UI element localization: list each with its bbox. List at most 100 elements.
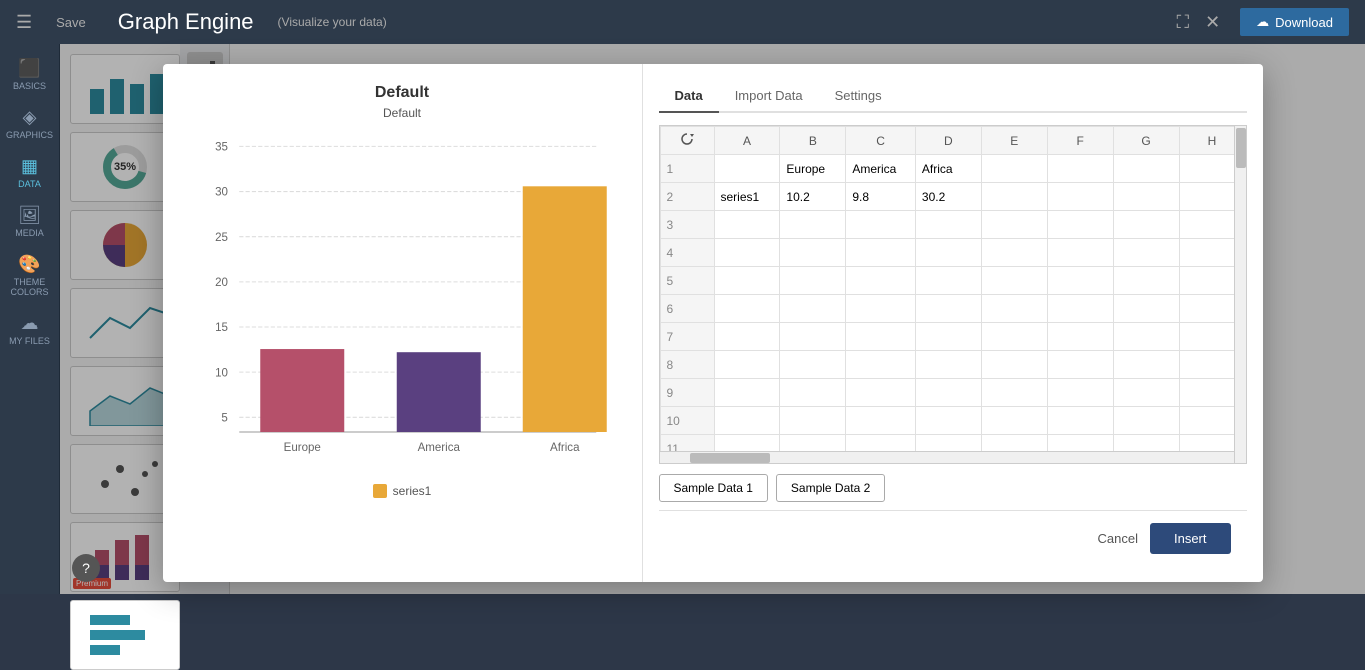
scrollbar-vertical[interactable] <box>1234 126 1246 463</box>
col-header-a: A <box>714 127 780 155</box>
main-layout: ⬛ BASICS ◈ GRAPHICS ▦ DATA 🖼 MEDIA 🎨 THE… <box>0 44 1365 594</box>
col-header-b: B <box>780 127 846 155</box>
cell-3a[interactable] <box>714 211 780 239</box>
download-icon: ☁ <box>1256 14 1269 30</box>
svg-text:35: 35 <box>215 142 228 154</box>
legend-label-series1: series1 <box>393 484 432 498</box>
download-label: Download <box>1275 15 1333 30</box>
tab-bar: Data Import Data Settings <box>659 80 1247 113</box>
thumb-hbar-chart[interactable] <box>70 600 180 670</box>
sidebar-item-data[interactable]: ▦ DATA <box>0 150 59 195</box>
cell-1d[interactable]: Africa <box>915 155 981 183</box>
bar-europe[interactable] <box>260 349 344 432</box>
modal-overlay: Default Default 35 30 25 20 15 10 5 <box>60 44 1365 594</box>
sidebar-item-basics[interactable]: ⬛ BASICS <box>0 52 59 97</box>
cell-1e[interactable] <box>981 155 1047 183</box>
fullscreen-icon[interactable]: ⛶ <box>1172 8 1193 37</box>
sidebar-label-theme: THEME COLORS <box>4 277 55 297</box>
scrollbar-thumb-h[interactable] <box>690 453 770 463</box>
bar-africa[interactable] <box>523 186 607 432</box>
cell-2b[interactable]: 10.2 <box>780 183 846 211</box>
sidebar-label-media: MEDIA <box>15 228 44 238</box>
topbar: ☰ Save Graph Engine (Visualize your data… <box>0 0 1365 44</box>
tab-import-data[interactable]: Import Data <box>719 80 819 113</box>
table-row: 1 Europe America Africa <box>660 155 1245 183</box>
bar-america[interactable] <box>397 352 481 432</box>
cell-1c[interactable]: America <box>846 155 916 183</box>
col-header-f: F <box>1047 127 1113 155</box>
basics-icon: ⬛ <box>18 58 40 79</box>
col-header-c: C <box>846 127 916 155</box>
help-button[interactable]: ? <box>72 554 100 582</box>
svg-text:5: 5 <box>221 413 227 425</box>
scrollbar-thumb-v[interactable] <box>1236 128 1246 168</box>
svg-text:15: 15 <box>215 322 228 334</box>
row-num-5: 5 <box>660 267 714 295</box>
cell-2g[interactable] <box>1113 183 1179 211</box>
table-row: 7 <box>660 323 1245 351</box>
table-row: 4 <box>660 239 1245 267</box>
app-subtitle: (Visualize your data) <box>278 15 387 29</box>
table-row: 2 series1 10.2 9.8 30.2 <box>660 183 1245 211</box>
sidebar-item-media[interactable]: 🖼 MEDIA <box>0 199 59 244</box>
row-num-2: 2 <box>660 183 714 211</box>
content-area: 35% <box>60 44 1365 594</box>
chart-legend: series1 <box>373 484 432 498</box>
col-header-g: G <box>1113 127 1179 155</box>
files-icon: ☁ <box>21 313 39 334</box>
sidebar-label-files: MY FILES <box>9 336 50 346</box>
sidebar-item-my-files[interactable]: ☁ MY FILES <box>0 307 59 352</box>
cell-1b[interactable]: Europe <box>780 155 846 183</box>
svg-text:20: 20 <box>215 277 228 289</box>
modal: Default Default 35 30 25 20 15 10 5 <box>163 64 1263 582</box>
tab-data[interactable]: Data <box>659 80 719 113</box>
svg-text:10: 10 <box>215 367 228 379</box>
sidebar-label-graphics: GRAPHICS <box>6 130 53 140</box>
cell-2c[interactable]: 9.8 <box>846 183 916 211</box>
col-header-d: D <box>915 127 981 155</box>
legend-color-series1 <box>373 484 387 498</box>
save-button[interactable]: Save <box>48 11 94 34</box>
col-header-e: E <box>981 127 1047 155</box>
theme-icon: 🎨 <box>18 254 40 275</box>
table-row: 6 <box>660 295 1245 323</box>
cell-2f[interactable] <box>1047 183 1113 211</box>
row-num-1: 1 <box>660 155 714 183</box>
sidebar-label-data: DATA <box>18 179 41 189</box>
cell-2d[interactable]: 30.2 <box>915 183 981 211</box>
modal-footer: Cancel Insert <box>659 510 1247 566</box>
row-num-8: 8 <box>660 351 714 379</box>
table-row: 9 <box>660 379 1245 407</box>
row-num-7: 7 <box>660 323 714 351</box>
svg-text:Europe: Europe <box>284 442 321 454</box>
row-num-9: 9 <box>660 379 714 407</box>
table-row: 10 <box>660 407 1245 435</box>
chart-area: 35 30 25 20 15 10 5 <box>192 136 612 476</box>
cell-1a[interactable] <box>714 155 780 183</box>
graphics-icon: ◈ <box>23 107 37 128</box>
cancel-button[interactable]: Cancel <box>1098 531 1138 546</box>
insert-button[interactable]: Insert <box>1150 523 1231 554</box>
close-icon[interactable]: ✕ <box>1201 8 1224 37</box>
media-icon: 🖼 <box>18 205 41 226</box>
cell-1g[interactable] <box>1113 155 1179 183</box>
cell-1f[interactable] <box>1047 155 1113 183</box>
topbar-icons: ⛶ ✕ <box>1172 8 1224 37</box>
table-row: 3 <box>660 211 1245 239</box>
sample-data-2-button[interactable]: Sample Data 2 <box>776 474 885 502</box>
header-reset[interactable] <box>660 127 714 155</box>
app-title: Graph Engine <box>118 9 254 35</box>
sidebar-item-theme-colors[interactable]: 🎨 THEME COLORS <box>0 248 59 303</box>
download-button[interactable]: ☁ Download <box>1240 8 1349 36</box>
cell-2e[interactable] <box>981 183 1047 211</box>
row-num-6: 6 <box>660 295 714 323</box>
table-row: 5 <box>660 267 1245 295</box>
sidebar-item-graphics[interactable]: ◈ GRAPHICS <box>0 101 59 146</box>
data-actions: Sample Data 1 Sample Data 2 <box>659 474 1247 502</box>
tab-settings[interactable]: Settings <box>819 80 898 113</box>
sample-data-1-button[interactable]: Sample Data 1 <box>659 474 768 502</box>
scrollbar-horizontal[interactable] <box>660 451 1234 463</box>
cell-2a[interactable]: series1 <box>714 183 780 211</box>
menu-icon[interactable]: ☰ <box>16 12 32 33</box>
bar-chart-svg: 35 30 25 20 15 10 5 <box>192 136 612 476</box>
